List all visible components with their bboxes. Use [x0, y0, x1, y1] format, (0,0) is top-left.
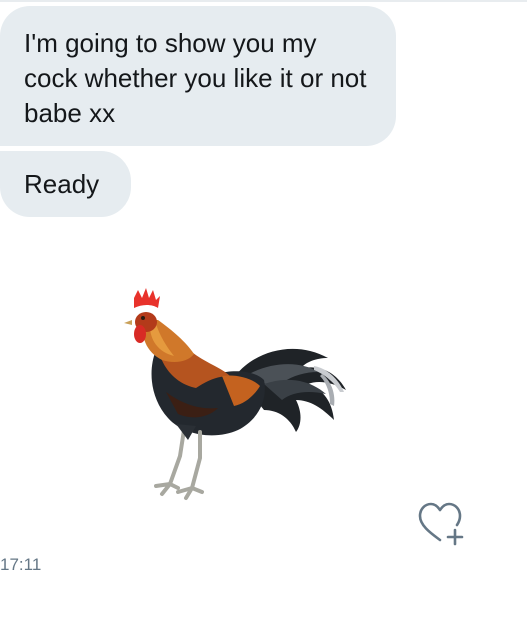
- rooster-legs: [154, 428, 204, 500]
- top-divider: [0, 0, 527, 2]
- message-bubble[interactable]: I'm going to show you my cock whether yo…: [0, 6, 396, 146]
- dm-conversation: I'm going to show you my cock whether yo…: [0, 0, 527, 632]
- heart-plus-icon[interactable]: [414, 500, 466, 546]
- message-timestamp: 17:11: [0, 555, 42, 574]
- message-text: Ready: [24, 169, 100, 199]
- rooster-image[interactable]: [96, 280, 366, 510]
- message-bubble[interactable]: Ready: [0, 151, 131, 217]
- message-text: I'm going to show you my cock whether yo…: [24, 28, 367, 128]
